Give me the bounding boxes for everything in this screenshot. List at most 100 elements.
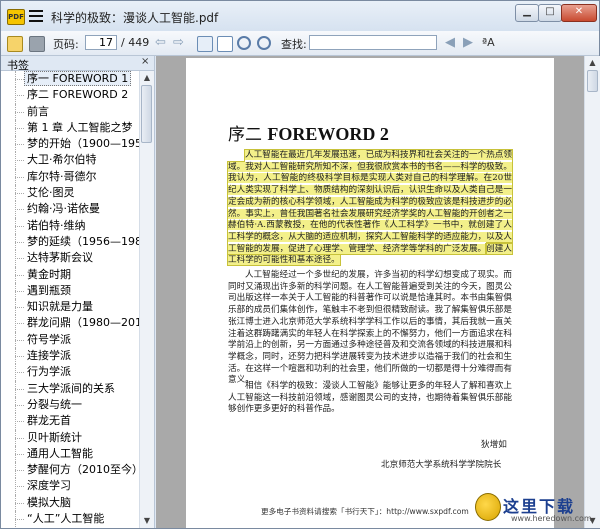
bookmark-item[interactable]: 第 1 章 人工智能之梦 [1, 119, 139, 137]
bookmark-label: 艾伦·图灵 [27, 186, 75, 200]
page-total: / 449 [121, 36, 150, 49]
bookmark-item[interactable]: 通用人工智能 [1, 445, 139, 463]
bookmark-label: 序一 FOREWORD 1 [24, 71, 132, 86]
bookmark-item[interactable]: 连接学派 [1, 348, 139, 365]
toolbar: 页码: / 449 ⇦ ⇨ 查找: ◀ ▶ ªA [1, 31, 599, 56]
title-bar: PDF 科学的极致：漫谈人工智能.pdf ▁ □ ✕ [1, 1, 599, 31]
bookmark-label: 遇到瓶颈 [27, 283, 71, 297]
highlighted-paragraph[interactable]: 人工智能在最近几年发展迅速，已成为科技界和社会关注的一个热点领域。我对人工智能研… [227, 149, 513, 267]
bookmark-label: 三大学派间的关系 [27, 381, 115, 395]
minimize-button[interactable]: ▁ [515, 4, 539, 22]
bookmark-item[interactable]: 达特茅斯会议 [1, 250, 139, 267]
bookmark-label: “人工”人工智能 [27, 512, 105, 526]
sidebar-scroll-thumb[interactable] [141, 85, 152, 143]
bookmark-item[interactable]: 艾伦·图灵 [1, 185, 139, 202]
bookmark-item[interactable]: 遇到瓶颈 [1, 282, 139, 300]
body-paragraph-2: 人工智能经过一个多世纪的发展，许多当初的科学幻想变成了现实。而同时又涌现出许多新… [228, 270, 512, 386]
sidebar-scrollbar[interactable]: ▲ ▼ [139, 71, 154, 528]
bookmark-label: 连接学派 [27, 349, 71, 363]
bookmark-label: 符号学派 [27, 332, 71, 346]
document-scrollbar[interactable]: ▲ ▼ [584, 56, 600, 528]
bookmark-item[interactable]: 大卫·希尔伯特 [1, 152, 139, 169]
page-label: 页码: [53, 38, 79, 51]
bookmark-item[interactable]: 行为学派 [1, 364, 139, 381]
bookmark-label: 梦的延续（1956—1980） [27, 234, 139, 248]
pdf-reader-window: PDF 科学的极致：漫谈人工智能.pdf ▁ □ ✕ 页码: / 449 ⇦ ⇨… [0, 0, 600, 529]
bookmark-item[interactable]: 贝叶斯统计 [1, 429, 139, 446]
bookmark-item[interactable]: 梦的延续（1956—1980） [1, 233, 139, 251]
pdf-app-icon[interactable]: PDF [7, 9, 25, 25]
watermark-logo-icon [475, 493, 501, 521]
signature-name: 狄增如 [481, 440, 507, 450]
bookmark-label: 深度学习 [27, 479, 71, 493]
site-watermark: 这里下载 www.heredown.com [471, 491, 599, 529]
bookmark-label: 第 1 章 人工智能之梦 [27, 120, 133, 134]
sidebar-close-icon[interactable]: × [141, 56, 149, 67]
fit-page-icon[interactable] [197, 36, 213, 52]
bookmark-item[interactable]: 群龙问鼎（1980—2010） [1, 315, 139, 332]
scroll-down-icon[interactable]: ▼ [140, 514, 154, 528]
bookmark-label: 分裂与统一 [27, 397, 82, 411]
bookmark-item[interactable]: 三大学派间的关系 [1, 380, 139, 397]
zoom-out-icon[interactable] [237, 36, 251, 50]
print-icon[interactable] [29, 36, 45, 52]
bookmark-item[interactable]: 梦的开始（1900—1956） [1, 136, 139, 153]
bookmark-list: 序一 FOREWORD 1 序二 FOREWORD 2 前言第 1 章 人工智能之梦… [1, 71, 139, 528]
bookmark-item[interactable]: 前言 [1, 103, 139, 120]
bookmark-item[interactable]: 深度学习 [1, 478, 139, 495]
next-page-icon[interactable]: ⇨ [173, 35, 184, 50]
bookmark-label: 黄金时期 [27, 267, 71, 281]
bookmark-item[interactable]: 约翰·冯·诺依曼 [1, 201, 139, 218]
bookmark-label: 诺伯特·维纳 [27, 218, 86, 232]
maximize-button[interactable]: □ [538, 4, 562, 22]
bookmark-item[interactable]: 分裂与统一 [1, 396, 139, 414]
bookmark-sidebar: 书签 × 序一 FOREWORD 1 序二 FOREWORD 2 前言第 1 章 人… [1, 56, 155, 528]
page-number-input[interactable] [85, 35, 117, 50]
menu-icon[interactable] [29, 10, 43, 22]
bookmark-item[interactable]: 群龙无首 [1, 413, 139, 430]
body-paragraph-3: 相信《科学的极致：漫谈人工智能》能够让更多的年轻人了解和喜欢上人工智能这一科技前… [228, 381, 512, 415]
bookmark-label: 群龙无首 [27, 414, 71, 428]
bookmark-item[interactable]: 序二 FOREWORD 2 [1, 87, 139, 104]
bookmark-item[interactable]: 库尔特·哥德尔 [1, 168, 139, 186]
signature-affiliation: 北京师范大学系统科学学院院长 [381, 460, 502, 470]
bookmark-label: 约翰·冯·诺依曼 [27, 202, 100, 216]
bookmark-label: 库尔特·哥德尔 [27, 169, 97, 183]
bookmark-item[interactable]: 知识就是力量 [1, 299, 139, 316]
bookmark-label: 序二 FOREWORD 2 [27, 88, 129, 102]
open-file-icon[interactable] [7, 36, 23, 52]
fit-width-icon[interactable] [217, 36, 233, 52]
bookmark-item[interactable]: “人工”人工智能 [1, 511, 139, 528]
highlighted-text: 人工智能在最近几年发展迅速，已成为科技界和社会关注的一个热点领域。我对人工智能研… [227, 149, 513, 255]
zoom-in-icon[interactable] [257, 36, 271, 50]
window-title: 科学的极致：漫谈人工智能.pdf [51, 11, 219, 25]
bookmark-item[interactable]: 序一 FOREWORD 1 [1, 71, 139, 88]
bookmark-label: 模拟大脑 [27, 495, 71, 509]
bookmark-label: 知识就是力量 [27, 300, 93, 314]
bookmark-label: 大卫·希尔伯特 [27, 153, 97, 167]
bookmark-label: 行为学派 [27, 365, 71, 379]
doc-scroll-up-icon[interactable]: ▲ [585, 56, 600, 70]
find-label: 查找: [281, 38, 307, 51]
scroll-up-icon[interactable]: ▲ [140, 71, 154, 85]
bookmark-item[interactable]: 模拟大脑 [1, 494, 139, 512]
document-viewport[interactable]: 序二 FOREWORD 2 人工智能在最近几年发展迅速，已成为科技界和社会关注的… [156, 56, 584, 528]
match-case-icon[interactable]: ªA [482, 35, 495, 50]
pdf-page: 序二 FOREWORD 2 人工智能在最近几年发展迅速，已成为科技界和社会关注的… [186, 58, 554, 528]
find-input[interactable] [309, 35, 437, 50]
bookmark-label: 前言 [27, 104, 49, 118]
page-heading: 序二 FOREWORD 2 [228, 120, 389, 145]
bookmark-item[interactable]: 梦醒何方（2010至今） [1, 462, 139, 479]
bookmark-item[interactable]: 诺伯特·维纳 [1, 217, 139, 234]
close-button[interactable]: ✕ [561, 4, 597, 22]
doc-scroll-thumb[interactable] [587, 70, 598, 92]
prev-page-icon[interactable]: ⇦ [155, 35, 166, 50]
bookmark-item[interactable]: 黄金时期 [1, 266, 139, 283]
bookmark-label: 梦的开始（1900—1956） [27, 137, 139, 151]
find-next-icon[interactable]: ▶ [463, 35, 473, 50]
find-prev-icon[interactable]: ◀ [445, 35, 455, 50]
bookmark-label: 梦醒何方（2010至今） [27, 463, 139, 477]
bookmark-label: 通用人工智能 [27, 446, 93, 460]
heading-main: FOREWORD 2 [267, 124, 389, 144]
bookmark-item[interactable]: 符号学派 [1, 331, 139, 349]
